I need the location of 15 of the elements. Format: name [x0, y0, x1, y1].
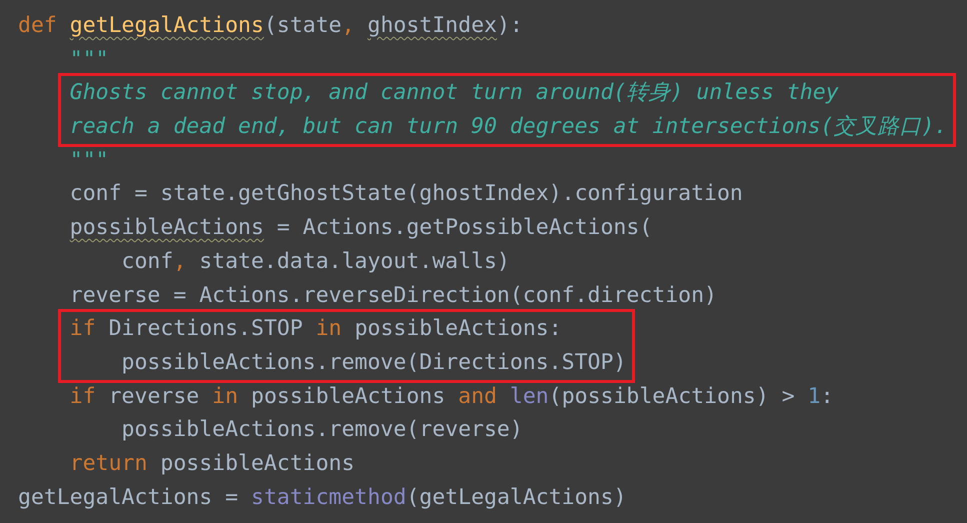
- code-line: possibleActions.remove(reverse): [122, 416, 523, 444]
- code-line: if Directions.STOP in possibleActions:: [70, 315, 562, 344]
- code-line: def getLegalActions(state, ghostIndex):: [18, 12, 523, 40]
- code-line: """: [70, 146, 109, 175]
- code-line: """: [70, 46, 109, 74]
- code-line: return possibleActions: [70, 450, 355, 478]
- code-line: getLegalActions = staticmethod(getLegalActions): [18, 484, 626, 512]
- code-line: reach a dead end, but can turn 90 degrees at intersections(交叉路口).: [70, 113, 948, 142]
- code-line: conf, state.data.layout.walls): [122, 248, 510, 276]
- code-line: possibleActions = Actions.getPossibleActions(: [70, 214, 652, 242]
- code-line: Ghosts cannot stop, and cannot turn around(转身) unless they: [70, 79, 839, 108]
- code-line: possibleActions.remove(Directions.STOP): [122, 348, 626, 377]
- code-line: conf = state.getGhostState(ghostIndex).configuration: [70, 180, 743, 208]
- code-line: if reverse in possibleActions and len(possibleActions) > 1:: [70, 382, 834, 411]
- code-line: reverse = Actions.reverseDirection(conf.direction): [70, 282, 717, 310]
